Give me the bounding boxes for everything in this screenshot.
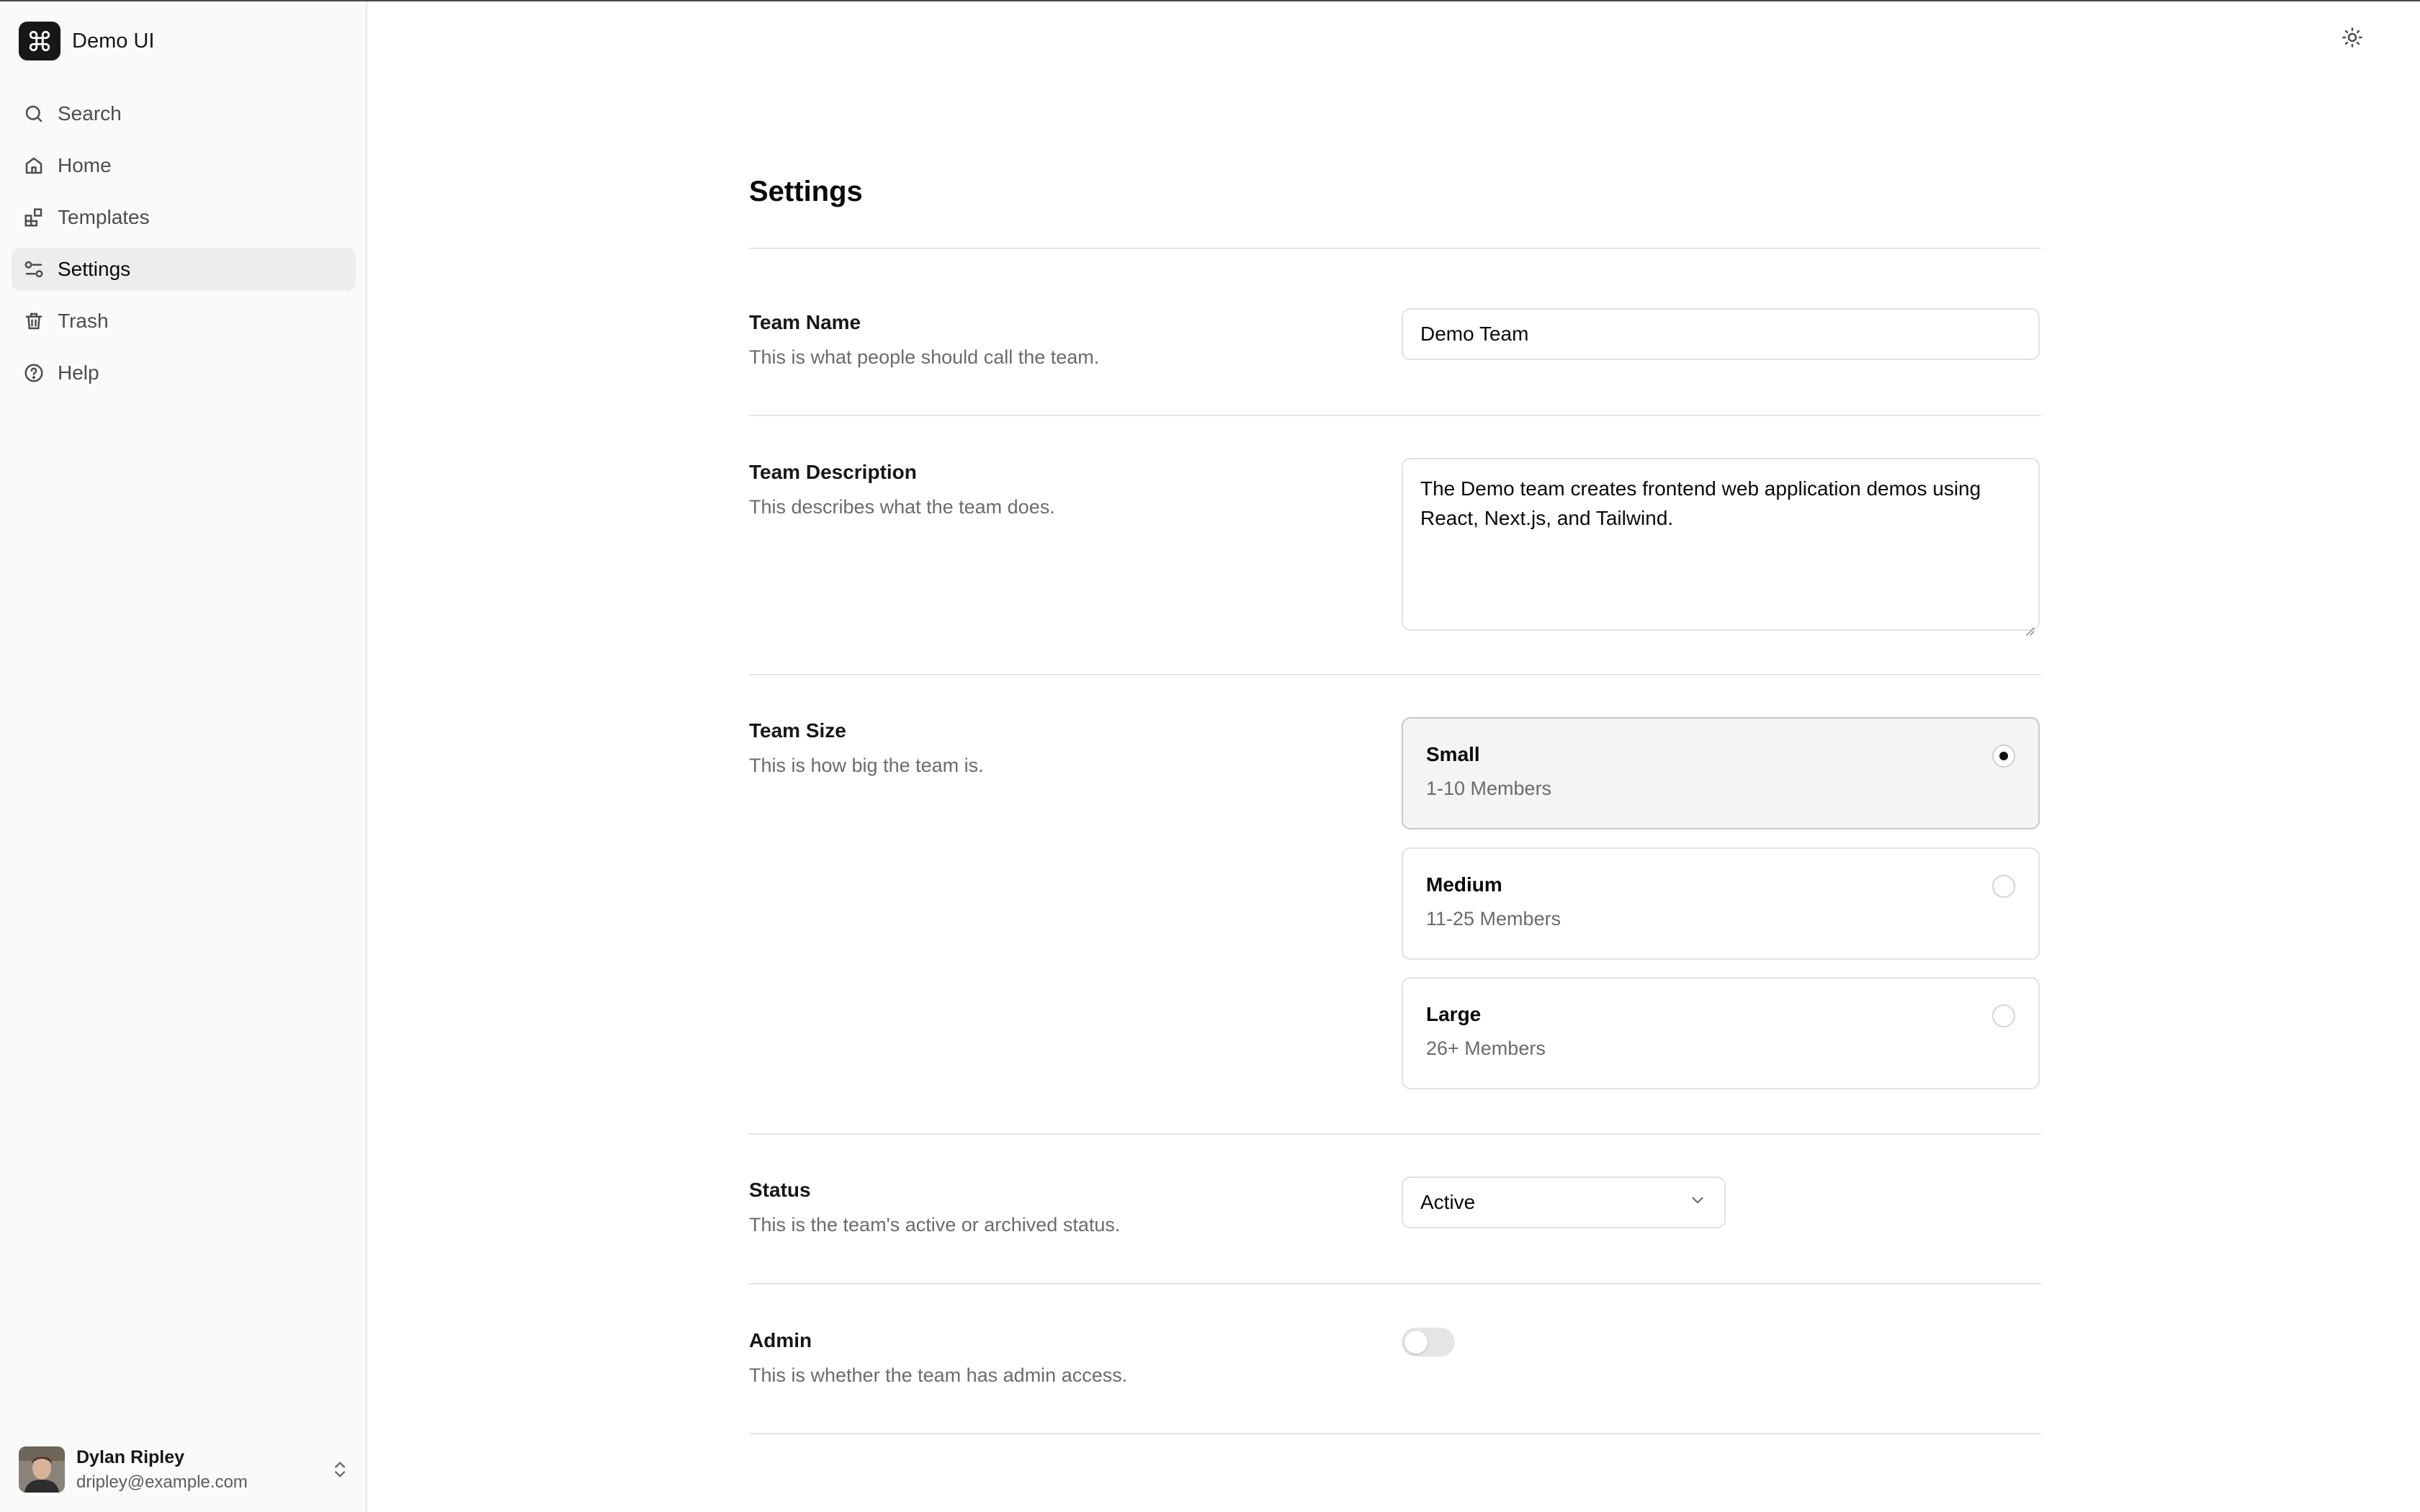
sidebar-item-label: Trash [58,310,109,332]
status-label: Status [749,1179,811,1201]
team-name-description: This is what people should call the team… [749,346,1100,368]
settings-sliders-icon [23,258,45,280]
radio-button[interactable] [1992,875,2015,898]
sidebar-item-templates[interactable]: Templates [12,196,356,239]
team-description-value: The Demo team creates frontend web appli… [1420,477,1981,529]
team-name-input[interactable]: Demo Team [1402,308,2040,360]
sidebar-item-settings[interactable]: Settings [12,248,356,291]
option-subtitle: 26+ Members [1426,1038,1546,1059]
sidebar-item-home[interactable]: Home [12,144,356,187]
resize-handle-icon[interactable] [2024,615,2035,636]
sidebar-item-search[interactable]: Search [12,92,356,135]
option-subtitle: 11-25 Members [1426,908,1561,930]
sidebar-item-label: Search [58,102,122,125]
team-size-option-medium[interactable]: Medium 11-25 Members [1402,847,2040,960]
page-title: Settings [749,176,863,207]
app-name: Demo UI [72,29,155,53]
sidebar-nav: Search Home Templates Settings Trash Hel… [12,92,356,403]
team-size-description: This is how big the team is. [749,755,984,776]
chevrons-up-down-icon[interactable] [330,1457,350,1482]
sidebar-item-help[interactable]: Help [12,351,356,395]
team-size-option-large[interactable]: Large 26+ Members [1402,977,2040,1089]
radio-button[interactable] [1992,744,2015,768]
sun-icon [2341,27,2363,52]
toggle-knob [1404,1331,1428,1354]
help-icon [23,362,45,384]
divider [749,415,2041,416]
team-description-description: This describes what the team does. [749,496,1055,518]
divider [749,1283,2041,1284]
admin-description: This is whether the team has admin acces… [749,1364,1128,1386]
divider [749,674,2041,675]
option-title: Large [1426,1003,1482,1025]
divider [749,1433,2041,1434]
sidebar-item-label: Settings [58,258,131,280]
user-name: Dylan Ripley [76,1446,185,1467]
status-select[interactable]: Active [1402,1176,1726,1228]
team-size-option-small[interactable]: Small 1-10 Members [1402,717,2040,829]
admin-label: Admin [749,1329,812,1351]
option-title: Small [1426,743,1480,765]
team-description-label: Team Description [749,461,917,483]
admin-toggle[interactable] [1402,1328,1455,1356]
option-title: Medium [1426,873,1502,896]
search-icon [23,103,45,125]
user-menu[interactable]: Dylan Ripley dripley@example.com [19,1444,357,1495]
theme-toggle-button[interactable] [2339,26,2365,52]
templates-icon [23,207,45,228]
sidebar-item-label: Templates [58,206,150,228]
team-size-label: Team Size [749,719,846,742]
team-name-label: Team Name [749,311,861,333]
divider [749,248,2041,249]
sidebar-item-label: Home [58,154,112,176]
brand[interactable]: Demo UI [19,22,154,60]
team-description-textarea[interactable]: The Demo team creates frontend web appli… [1402,458,2040,636]
divider [749,1133,2041,1135]
radio-button[interactable] [1992,1004,2015,1027]
trash-icon [23,310,45,332]
status-description: This is the team's active or archived st… [749,1214,1121,1236]
team-name-value: Demo Team [1420,323,1529,345]
user-info: Dylan Ripley dripley@example.com [76,1447,248,1493]
sidebar: Demo UI Search Home Templates Settings T… [0,1,367,1512]
option-subtitle: 1-10 Members [1426,778,1552,799]
status-value: Active [1420,1191,1476,1213]
sidebar-item-trash[interactable]: Trash [12,300,356,343]
home-icon [23,155,45,176]
avatar [19,1446,65,1493]
command-icon [19,22,60,60]
sidebar-item-label: Help [58,361,99,384]
chevron-down-icon [1688,1191,1707,1215]
user-email: dripley@example.com [76,1472,248,1492]
